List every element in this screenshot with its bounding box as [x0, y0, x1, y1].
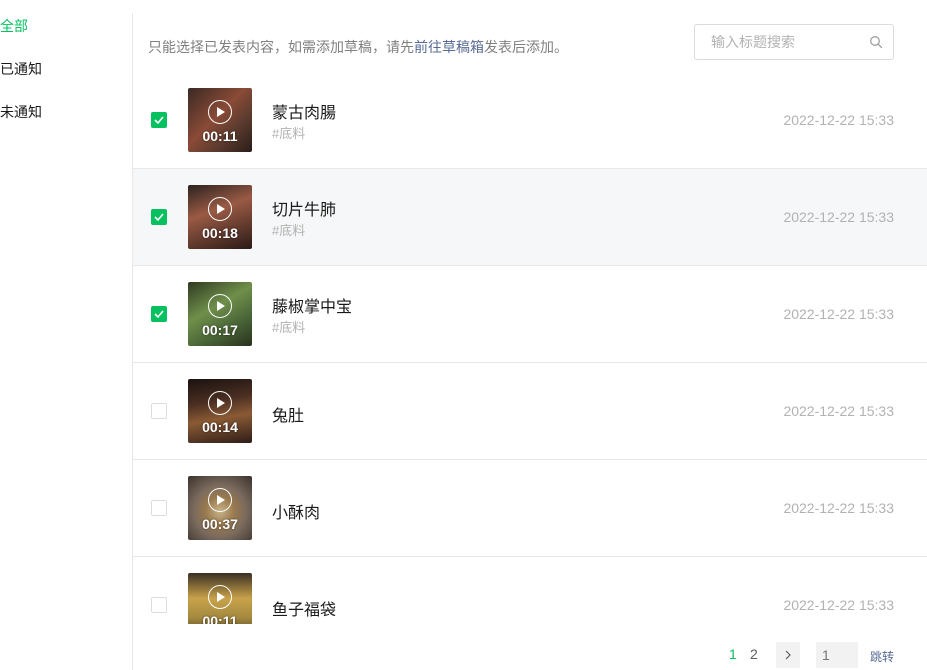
- item-date: 2022-12-22 15:33: [783, 403, 894, 419]
- item-date: 2022-12-22 15:33: [783, 500, 894, 516]
- check-icon: [154, 116, 164, 125]
- item-tag: #底料: [272, 320, 306, 335]
- check-icon: [154, 213, 164, 222]
- item-tag: #底料: [272, 223, 306, 238]
- video-thumbnail[interactable]: 00:37: [188, 476, 252, 540]
- hint-prefix: 只能选择已发表内容，如需添加草稿，请先: [148, 39, 414, 55]
- list-item[interactable]: 00:37 小酥肉 2022-12-22 15:33: [133, 460, 927, 557]
- search-icon[interactable]: [869, 35, 883, 49]
- row-checkbox[interactable]: [151, 306, 167, 322]
- video-duration: 00:14: [202, 419, 238, 435]
- item-date: 2022-12-22 15:33: [783, 112, 894, 128]
- row-checkbox[interactable]: [151, 403, 167, 419]
- hint-suffix: 发表后添加。: [484, 39, 568, 55]
- sidebar-item-not-notified[interactable]: 未通知: [0, 102, 42, 122]
- draft-hint: 只能选择已发表内容，如需添加草稿，请先前往草稿箱发表后添加。: [148, 37, 568, 57]
- item-title: 鱼子福袋: [272, 602, 337, 619]
- sidebar: 全部 已通知 未通知: [0, 0, 132, 670]
- item-title: 兔肚: [272, 408, 305, 425]
- video-thumbnail[interactable]: 00:14: [188, 379, 252, 443]
- video-duration: 00:11: [202, 128, 238, 144]
- row-checkbox[interactable]: [151, 597, 167, 613]
- play-icon: [208, 585, 232, 609]
- list-item[interactable]: 00:11 蒙古肉腸 #底料 2022-12-22 15:33: [133, 72, 927, 169]
- video-thumbnail[interactable]: 00:18: [188, 185, 252, 249]
- video-duration: 00:18: [202, 225, 238, 241]
- pagination: 1 2 跳转: [133, 642, 927, 668]
- row-checkbox[interactable]: [151, 112, 167, 128]
- content-list: 00:11 蒙古肉腸 #底料 2022-12-22 15:33 00:18 切片…: [133, 72, 927, 624]
- item-date: 2022-12-22 15:33: [783, 597, 894, 613]
- play-icon: [208, 488, 232, 512]
- app-root: 全部 已通知 未通知 只能选择已发表内容，如需添加草稿，请先前往草稿箱发表后添加…: [0, 0, 927, 670]
- sidebar-item-notified[interactable]: 已通知: [0, 59, 42, 79]
- list-item[interactable]: 00:14 兔肚 2022-12-22 15:33: [133, 363, 927, 460]
- jump-button[interactable]: 跳转: [870, 648, 894, 665]
- item-title: 藤椒掌中宝: [272, 299, 353, 316]
- page-1-button[interactable]: 1: [729, 646, 737, 662]
- play-icon: [208, 197, 232, 221]
- item-tag: #底料: [272, 126, 306, 141]
- next-page-button[interactable]: [776, 642, 800, 668]
- play-icon: [208, 391, 232, 415]
- row-checkbox[interactable]: [151, 500, 167, 516]
- check-icon: [154, 310, 164, 319]
- video-thumbnail[interactable]: 00:17: [188, 282, 252, 346]
- play-icon: [208, 294, 232, 318]
- page-jump-input[interactable]: [816, 642, 858, 668]
- item-date: 2022-12-22 15:33: [783, 306, 894, 322]
- item-date: 2022-12-22 15:33: [783, 209, 894, 225]
- video-duration: 00:11: [202, 613, 238, 624]
- item-title: 蒙古肉腸: [272, 105, 337, 122]
- drafts-link[interactable]: 前往草稿箱: [414, 39, 484, 55]
- video-duration: 00:37: [202, 516, 238, 532]
- chevron-right-icon: [785, 650, 791, 660]
- search-input[interactable]: [711, 25, 861, 59]
- video-duration: 00:17: [202, 322, 238, 338]
- list-item[interactable]: 00:11 鱼子福袋 2022-12-22 15:33: [133, 557, 927, 624]
- list-item[interactable]: 00:17 藤椒掌中宝 #底料 2022-12-22 15:33: [133, 266, 927, 363]
- item-title: 切片牛肺: [272, 202, 337, 219]
- list-item[interactable]: 00:18 切片牛肺 #底料 2022-12-22 15:33: [133, 169, 927, 266]
- search-box: [694, 24, 894, 60]
- play-icon: [208, 100, 232, 124]
- item-title: 小酥肉: [272, 505, 321, 522]
- page-2-button[interactable]: 2: [750, 646, 758, 662]
- sidebar-item-all[interactable]: 全部: [0, 16, 28, 36]
- main-panel: 只能选择已发表内容，如需添加草稿，请先前往草稿箱发表后添加。 00:11 蒙古肉…: [133, 0, 927, 670]
- video-thumbnail[interactable]: 00:11: [188, 573, 252, 624]
- row-checkbox[interactable]: [151, 209, 167, 225]
- video-thumbnail[interactable]: 00:11: [188, 88, 252, 152]
